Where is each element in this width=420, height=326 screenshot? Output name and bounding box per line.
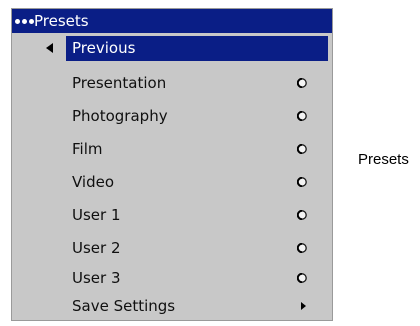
figure: Presets Previous Presentation Photograph… — [0, 0, 420, 326]
menu-item-user-1[interactable]: User 1 — [12, 201, 332, 229]
menu-item-label: User 1 — [72, 206, 121, 224]
menu-dots-icon — [15, 19, 34, 24]
radio-icon[interactable] — [297, 273, 307, 283]
left-triangle-icon — [46, 43, 53, 53]
presets-menu: Presets Previous Presentation Photograph… — [11, 8, 333, 321]
radio-icon[interactable] — [297, 177, 307, 187]
menu-item-label: Presentation — [72, 74, 167, 92]
menu-item-previous[interactable]: Previous — [12, 33, 332, 61]
right-triangle-icon — [301, 302, 306, 310]
menu-item-label: User 3 — [72, 269, 121, 287]
menu-item-label: Previous — [72, 39, 136, 57]
menu-item-label: User 2 — [72, 239, 121, 257]
radio-icon[interactable] — [297, 243, 307, 253]
radio-icon[interactable] — [297, 111, 307, 121]
radio-icon[interactable] — [297, 210, 307, 220]
menu-title: Presets — [34, 12, 89, 30]
menu-item-photography[interactable]: Photography — [12, 102, 332, 130]
menu-item-film[interactable]: Film — [12, 135, 332, 163]
menu-item-user-2[interactable]: User 2 — [12, 234, 332, 262]
figure-caption: Presets — [358, 151, 409, 168]
radio-icon[interactable] — [297, 78, 307, 88]
menu-item-save-settings[interactable]: Save Settings — [12, 292, 332, 320]
menu-item-label: Save Settings — [72, 297, 176, 315]
menu-item-label: Film — [72, 140, 103, 158]
menu-item-label: Video — [72, 173, 115, 191]
menu-header: Presets — [12, 9, 332, 33]
menu-item-label: Photography — [72, 107, 168, 125]
radio-icon[interactable] — [297, 144, 307, 154]
menu-item-video[interactable]: Video — [12, 168, 332, 196]
menu-item-presentation[interactable]: Presentation — [12, 69, 332, 97]
menu-item-user-3[interactable]: User 3 — [12, 264, 332, 292]
